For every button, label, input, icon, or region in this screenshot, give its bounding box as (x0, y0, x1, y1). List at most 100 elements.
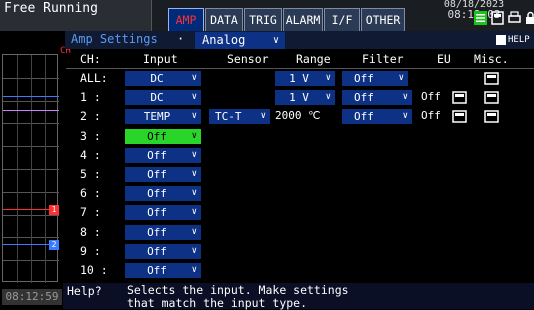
waveform-grid: 1 2 (2, 54, 59, 283)
row-ch-label: 3 : (80, 129, 101, 143)
col-header-sensor: Sensor (227, 52, 269, 66)
filter-value: Off (354, 91, 374, 104)
input-value: Off (147, 226, 167, 239)
chevron-down-icon: ∨ (272, 35, 279, 46)
marker-2: 2 (49, 240, 59, 250)
eu-settings-icon[interactable] (452, 110, 467, 123)
sensor-select[interactable]: TC-T ∨ (209, 109, 270, 124)
row-ch-label: ALL: (80, 71, 108, 85)
run-mode-label: Free Running (0, 0, 152, 31)
status-icons (474, 11, 534, 31)
input-select[interactable]: Off ∨ (125, 148, 201, 163)
row-ch-label: 8 : (80, 225, 101, 239)
tab-trig[interactable]: TRIG (244, 8, 282, 31)
row-ch-label: 7 : (80, 205, 101, 219)
trace-purple (3, 110, 59, 111)
settings-type-value: Analog (202, 33, 246, 47)
input-select[interactable]: Off ∨ (125, 263, 201, 278)
filter-select[interactable]: Off ∨ (342, 71, 408, 86)
input-select[interactable]: TEMP ∨ (125, 109, 201, 124)
filter-value: Off (354, 110, 374, 123)
menu-icon[interactable] (474, 11, 487, 25)
eu-value: Off (421, 90, 441, 103)
chevron-down-icon: ∨ (191, 73, 197, 83)
col-header-ch: CH: (80, 52, 101, 66)
input-value: Off (147, 245, 167, 258)
chevron-down-icon: ∨ (402, 111, 408, 121)
range-value: 2000 ℃ (275, 109, 321, 122)
filter-select[interactable]: Off ∨ (342, 90, 412, 105)
range-select[interactable]: 1 V ∨ (275, 71, 335, 86)
input-value: Off (147, 130, 167, 143)
chevron-down-icon: ∨ (260, 111, 266, 121)
settings-type-select[interactable]: Analog ∨ (195, 32, 285, 49)
eu-settings-icon[interactable] (452, 91, 467, 104)
input-select[interactable]: Off ∨ (125, 225, 201, 240)
row-ch-label: 2 : (80, 109, 101, 123)
settings-title: Amp Settings (71, 32, 158, 46)
tab-alarm[interactable]: ALARM (283, 8, 323, 31)
eu-value: Off (421, 109, 441, 122)
tab-data[interactable]: DATA (205, 8, 243, 31)
chevron-down-icon: ∨ (191, 188, 197, 198)
misc-settings-icon[interactable] (484, 91, 499, 104)
input-select[interactable]: Off ∨ (125, 167, 201, 182)
chevron-down-icon: ∨ (191, 92, 197, 102)
row-ch-label: 5 : (80, 167, 101, 181)
chevron-down-icon: ∨ (191, 131, 197, 141)
header-divider (66, 68, 534, 69)
input-value: TEMP (143, 110, 171, 123)
input-value: DC (150, 91, 164, 104)
elapsed-clock: 08:12:59 (2, 289, 62, 305)
input-select[interactable]: Off ∨ (125, 244, 201, 259)
range-value: 1 V (289, 72, 309, 85)
chevron-down-icon: ∨ (191, 265, 197, 275)
filter-value: Off (354, 72, 374, 85)
input-value: Off (147, 149, 167, 162)
row-ch-label: 9 : (80, 244, 101, 258)
input-select[interactable]: Off ∨ (125, 129, 201, 144)
sensor-value: TC-T (215, 110, 242, 123)
row-ch-label: 6 : (80, 186, 101, 200)
tab-other[interactable]: OTHER (361, 8, 405, 31)
lock-icon (526, 11, 534, 24)
chevron-down-icon: ∨ (191, 169, 197, 179)
col-header-filter: Filter (362, 52, 404, 66)
settings-separator: · (177, 32, 185, 46)
range-value: 1 V (289, 91, 309, 104)
tab-if[interactable]: I/F (324, 8, 360, 31)
input-select[interactable]: Off ∨ (125, 205, 201, 220)
row-ch-label: 10 : (80, 263, 108, 277)
misc-settings-icon[interactable] (484, 110, 499, 123)
chevron-down-icon: ∨ (191, 111, 197, 121)
help-icon (496, 34, 506, 45)
col-header-range: Range (296, 52, 331, 66)
misc-settings-icon[interactable] (484, 72, 499, 85)
col-header-misc: Misc. (474, 52, 509, 66)
chevron-down-icon: ∨ (191, 207, 197, 217)
input-value: Off (147, 187, 167, 200)
chevron-down-icon: ∨ (191, 246, 197, 256)
trace-blue (3, 96, 59, 97)
printer-icon (508, 11, 521, 23)
help-prompt: Help? (67, 284, 102, 298)
input-value: Off (147, 168, 167, 181)
chevron-down-icon: ∨ (402, 92, 408, 102)
input-value: Off (147, 206, 167, 219)
chevron-down-icon: ∨ (191, 227, 197, 237)
input-value: DC (150, 72, 164, 85)
tab-amp[interactable]: AMP (168, 8, 204, 31)
help-text-line2: that match the input type. (127, 296, 308, 310)
input-select[interactable]: DC ∨ (125, 90, 201, 105)
row-ch-label: 4 : (80, 148, 101, 162)
input-select[interactable]: Off ∨ (125, 186, 201, 201)
input-value: Off (147, 264, 167, 277)
input-select[interactable]: DC ∨ (125, 71, 201, 86)
filter-select[interactable]: Off ∨ (342, 109, 412, 124)
marker-1: 1 (49, 205, 59, 215)
range-select[interactable]: 1 V ∨ (275, 90, 335, 105)
chevron-down-icon: ∨ (325, 92, 331, 102)
help-button[interactable]: HELP (496, 33, 532, 47)
chevron-down-icon: ∨ (398, 73, 404, 83)
row-ch-label: 1 : (80, 90, 101, 104)
